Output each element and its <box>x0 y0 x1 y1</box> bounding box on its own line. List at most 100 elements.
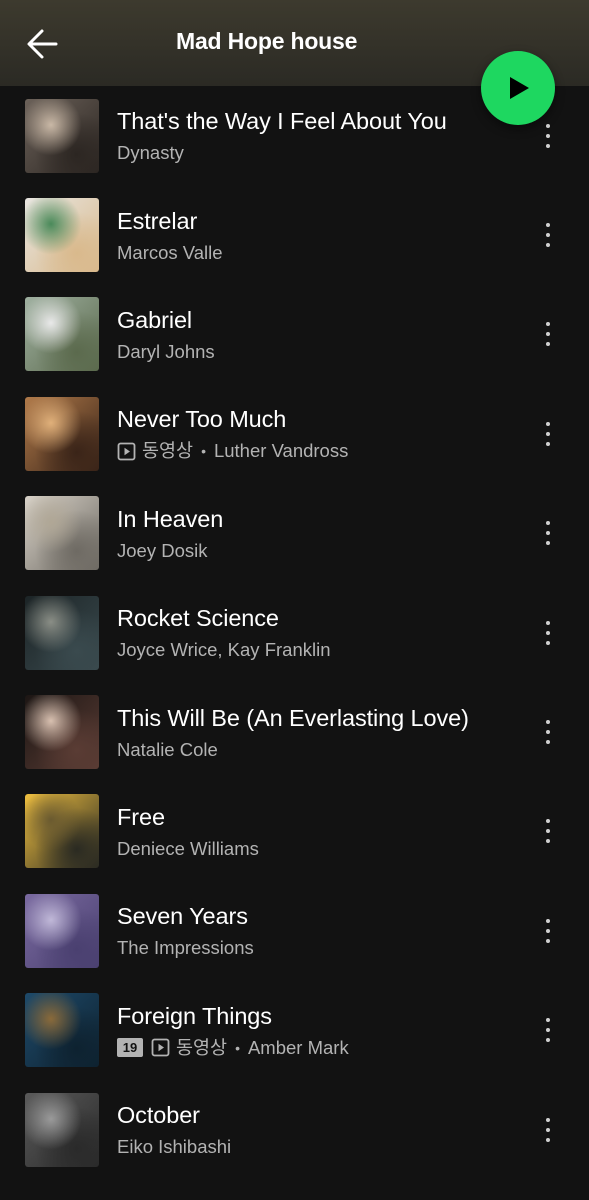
play-icon <box>510 77 529 99</box>
separator: • <box>235 1039 240 1056</box>
track-meta: Rocket Science Joyce Wrice, Kay Franklin <box>117 603 589 662</box>
more-dot-icon <box>546 342 550 347</box>
track-row[interactable]: Never Too Much 동영상 • Luther Vandross <box>0 384 589 483</box>
track-row[interactable]: Rocket Science Joyce Wrice, Kay Franklin <box>0 583 589 682</box>
track-subtitle: Deniece Williams <box>117 837 519 861</box>
album-cover <box>25 98 99 173</box>
track-artist: Daryl Johns <box>117 340 215 362</box>
album-cover <box>25 496 99 571</box>
more-options-button[interactable] <box>537 215 559 255</box>
play-button[interactable] <box>481 51 555 125</box>
more-dot-icon <box>546 521 550 526</box>
more-options-button[interactable] <box>537 116 559 156</box>
track-row[interactable]: Seven Years The Impressions <box>0 881 589 980</box>
more-dot-icon <box>546 322 550 327</box>
video-label: 동영상 <box>176 1036 228 1058</box>
track-title: Gabriel <box>117 306 193 333</box>
more-options-button[interactable] <box>537 712 559 752</box>
track-artist: Joyce Wrice, Kay Franklin <box>117 639 331 661</box>
more-dot-icon <box>546 829 550 834</box>
more-dot-icon <box>546 243 550 248</box>
more-dot-icon <box>546 740 550 745</box>
track-title: Seven Years <box>117 903 248 930</box>
track-title: October <box>117 1102 200 1129</box>
album-cover <box>25 794 99 869</box>
track-list: That's the Way I Feel About You Dynasty Es… <box>0 86 589 1179</box>
track-meta: This Will Be (An Everlasting Love) Natali… <box>117 703 589 762</box>
track-row[interactable]: Free Deniece Williams <box>0 782 589 881</box>
more-dot-icon <box>546 918 550 923</box>
more-options-button[interactable] <box>537 811 559 851</box>
track-title: Foreign Things <box>117 1002 272 1029</box>
more-dot-icon <box>546 233 550 238</box>
more-dot-icon <box>546 123 550 128</box>
more-dot-icon <box>546 1038 550 1043</box>
track-meta: Free Deniece Williams <box>117 802 589 861</box>
track-subtitle: 동영상 • Luther Vandross <box>117 439 519 463</box>
more-dot-icon <box>546 938 550 943</box>
video-label: 동영상 <box>142 440 194 462</box>
more-dot-icon <box>546 1018 550 1023</box>
more-dot-icon <box>546 441 550 446</box>
track-row[interactable]: October Eiko Ishibashi <box>0 1080 589 1179</box>
track-subtitle: Eiko Ishibashi <box>117 1135 519 1159</box>
track-title: In Heaven <box>117 505 224 532</box>
more-dot-icon <box>546 1028 550 1033</box>
album-cover <box>25 993 99 1068</box>
track-subtitle: Dynasty <box>117 141 519 165</box>
album-cover <box>25 1092 99 1167</box>
track-row[interactable]: This Will Be (An Everlasting Love) Natali… <box>0 682 589 781</box>
track-artist: Joey Dosik <box>117 539 208 561</box>
more-dot-icon <box>546 1127 550 1132</box>
track-subtitle: Marcos Valle <box>117 241 519 265</box>
track-artist: Amber Mark <box>247 1036 349 1058</box>
video-icon <box>117 442 136 461</box>
album-cover <box>25 198 99 273</box>
track-artist: Luther Vandross <box>213 440 349 462</box>
track-meta: Estrelar Marcos Valle <box>117 206 589 265</box>
more-dot-icon <box>546 332 550 337</box>
more-dot-icon <box>546 630 550 635</box>
album-cover <box>25 595 99 670</box>
track-subtitle: Daryl Johns <box>117 340 519 364</box>
more-options-button[interactable] <box>537 1110 559 1150</box>
album-cover <box>25 893 99 968</box>
more-options-button[interactable] <box>537 513 559 553</box>
track-row[interactable]: Foreign Things 19 동영상 • Amber Mark <box>0 981 589 1080</box>
track-meta: Gabriel Daryl Johns <box>117 305 589 364</box>
track-meta: Never Too Much 동영상 • Luther Vandross <box>117 404 589 463</box>
album-cover <box>25 297 99 372</box>
more-options-button[interactable] <box>537 613 559 653</box>
track-title: Estrelar <box>117 207 198 234</box>
track-subtitle: Natalie Cole <box>117 738 519 762</box>
more-dot-icon <box>546 1117 550 1122</box>
track-row[interactable]: Estrelar Marcos Valle <box>0 185 589 284</box>
more-options-button[interactable] <box>537 1010 559 1050</box>
track-title: Free <box>117 803 165 830</box>
age-rating-badge: 19 <box>117 1038 143 1058</box>
track-meta: October Eiko Ishibashi <box>117 1100 589 1159</box>
track-row[interactable]: Gabriel Daryl Johns <box>0 285 589 384</box>
more-dot-icon <box>546 143 550 148</box>
track-subtitle: 19 동영상 • Amber Mark <box>117 1036 519 1060</box>
track-artist: Dynasty <box>117 142 184 164</box>
more-dot-icon <box>546 640 550 645</box>
track-title: Rocket Science <box>117 605 279 632</box>
more-options-button[interactable] <box>537 911 559 951</box>
more-dot-icon <box>546 620 550 625</box>
track-artist: The Impressions <box>117 937 254 959</box>
track-title: That's the Way I Feel About You <box>117 108 447 135</box>
more-dot-icon <box>546 720 550 725</box>
more-dot-icon <box>546 531 550 536</box>
video-icon <box>151 1038 170 1057</box>
track-artist: Deniece Williams <box>117 837 259 859</box>
track-row[interactable]: In Heaven Joey Dosik <box>0 484 589 583</box>
more-options-button[interactable] <box>537 314 559 354</box>
more-dot-icon <box>546 541 550 546</box>
more-options-button[interactable] <box>537 414 559 454</box>
track-subtitle: Joey Dosik <box>117 539 519 563</box>
more-dot-icon <box>546 421 550 426</box>
track-artist: Eiko Ishibashi <box>117 1136 232 1158</box>
track-meta: In Heaven Joey Dosik <box>117 504 589 563</box>
track-title: This Will Be (An Everlasting Love) <box>117 704 469 731</box>
